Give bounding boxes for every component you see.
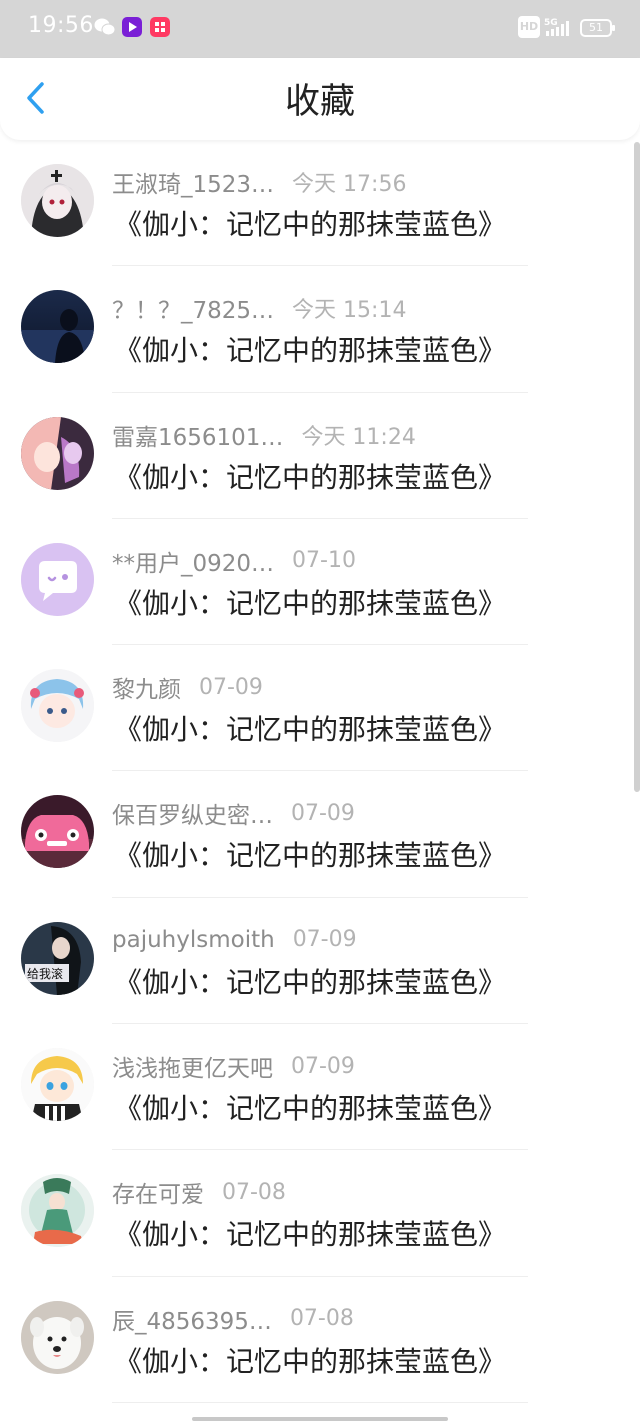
meta-line: 存在可爱 07-08	[112, 1174, 286, 1210]
list-item[interactable]: **用户_0920… 07-10 《伽小：记忆中的那抹莹蓝色》	[0, 519, 640, 646]
avatar[interactable]	[21, 290, 94, 364]
header-bar: 收藏	[0, 58, 640, 140]
battery-icon: 51	[580, 19, 615, 37]
avatar[interactable]	[21, 1048, 94, 1122]
meta-line: 黎九颜 07-09	[112, 669, 263, 705]
list-item[interactable]: 给我滚 pajuhylsmoith 07-09 《伽小：记忆中的那抹莹蓝色》	[0, 898, 640, 1025]
avatar[interactable]	[21, 542, 94, 616]
list-item[interactable]: 黎九颜 07-09 《伽小：记忆中的那抹莹蓝色》	[0, 645, 640, 772]
collection-title[interactable]: 《伽小：记忆中的那抹莹蓝色》	[114, 708, 506, 748]
signal-icon: 5G	[544, 16, 574, 38]
video-app-icon	[122, 17, 142, 37]
username[interactable]: 保百罗纵史密…	[112, 796, 273, 830]
collection-title[interactable]: 《伽小：记忆中的那抹莹蓝色》	[114, 1213, 506, 1253]
favorites-screen: 19:56 HD 5G 51 收藏 王淑琦_1523… 今天 17:56 《伽小…	[0, 0, 640, 1425]
wechat-icon	[94, 17, 116, 37]
list-item[interactable]: 存在可爱 07-08 《伽小：记忆中的那抹莹蓝色》	[0, 1150, 640, 1277]
meta-line: pajuhylsmoith 07-09	[112, 922, 357, 958]
timestamp: 07-09	[292, 927, 357, 953]
timestamp: 07-08	[222, 1179, 286, 1205]
avatar[interactable]	[21, 669, 94, 743]
timestamp: 今天 17:56	[292, 172, 407, 197]
status-time: 19:56	[28, 13, 94, 38]
timestamp: 07-09	[291, 800, 355, 826]
timestamp: 今天 11:24	[301, 424, 416, 450]
avatar[interactable]: 给我滚	[21, 921, 94, 995]
home-indicator[interactable]	[192, 1417, 448, 1421]
favorites-list: 王淑琦_1523… 今天 17:56 《伽小：记忆中的那抹莹蓝色》 ？！？_78…	[0, 140, 640, 1403]
scrollbar[interactable]	[634, 142, 640, 792]
username[interactable]: pajuhylsmoith	[112, 927, 275, 953]
avatar[interactable]	[21, 416, 94, 490]
collection-title[interactable]: 《伽小：记忆中的那抹莹蓝色》	[114, 961, 506, 1001]
list-item[interactable]: 浅浅拖更亿天吧 07-09 《伽小：记忆中的那抹莹蓝色》	[0, 1024, 640, 1151]
collection-title[interactable]: 《伽小：记忆中的那抹莹蓝色》	[114, 582, 506, 622]
list-item[interactable]: 雷嘉1656101… 今天 11:24 《伽小：记忆中的那抹莹蓝色》	[0, 393, 640, 519]
username[interactable]: 浅浅拖更亿天吧	[112, 1049, 273, 1083]
list-item[interactable]: 保百罗纵史密… 07-09 《伽小：记忆中的那抹莹蓝色》	[0, 771, 640, 898]
collection-title[interactable]: 《伽小：记忆中的那抹莹蓝色》	[114, 834, 506, 874]
meta-line: ？！？_7825… 今天 15:14	[112, 290, 406, 326]
username[interactable]: 雷嘉1656101…	[112, 418, 283, 452]
meta-line: 雷嘉1656101… 今天 11:24	[112, 417, 416, 453]
username[interactable]: 存在可爱	[112, 1175, 204, 1209]
collection-title[interactable]: 《伽小：记忆中的那抹莹蓝色》	[114, 329, 506, 369]
meta-line: 保百罗纵史密… 07-09	[112, 795, 355, 831]
hd-badge: HD	[518, 16, 540, 38]
collection-title[interactable]: 《伽小：记忆中的那抹莹蓝色》	[114, 1340, 506, 1380]
list-item[interactable]: 辰_4856395… 07-08 《伽小：记忆中的那抹莹蓝色》	[0, 1277, 640, 1403]
timestamp: 07-09	[199, 674, 263, 700]
avatar[interactable]	[21, 795, 94, 869]
meta-line: 王淑琦_1523… 今天 17:56	[112, 164, 406, 200]
meta-line: 浅浅拖更亿天吧 07-09	[112, 1048, 355, 1084]
timestamp: 今天 15:14	[292, 298, 407, 324]
collection-title[interactable]: 《伽小：记忆中的那抹莹蓝色》	[114, 1087, 506, 1127]
page-title: 收藏	[284, 82, 355, 122]
collection-title[interactable]: 《伽小：记忆中的那抹莹蓝色》	[114, 203, 506, 243]
list-item[interactable]: ？！？_7825… 今天 15:14 《伽小：记忆中的那抹莹蓝色》	[0, 266, 640, 393]
username[interactable]: 王淑琦_1523…	[112, 165, 274, 199]
app-notification-icon	[150, 17, 170, 37]
avatar[interactable]	[21, 1300, 94, 1374]
avatar[interactable]	[21, 1174, 94, 1248]
timestamp: 07-08	[289, 1306, 354, 1332]
username[interactable]: 辰_4856395…	[112, 1302, 272, 1336]
collection-title[interactable]: 《伽小：记忆中的那抹莹蓝色》	[114, 456, 506, 496]
timestamp: 07-10	[292, 548, 356, 574]
username[interactable]: 黎九颜	[112, 670, 181, 704]
status-bar: 19:56 HD 5G 51	[0, 0, 640, 58]
list-item[interactable]: 王淑琦_1523… 今天 17:56 《伽小：记忆中的那抹莹蓝色》	[0, 140, 640, 267]
username[interactable]: ？！？_7825…	[112, 291, 274, 325]
username[interactable]: **用户_0920…	[112, 544, 274, 578]
meta-line: **用户_0920… 07-10	[112, 543, 356, 579]
avatar-caption: 给我滚	[27, 966, 63, 981]
avatar[interactable]	[21, 164, 94, 237]
timestamp: 07-09	[291, 1053, 355, 1079]
divider	[112, 1401, 528, 1403]
svg-text:5G: 5G	[544, 18, 558, 28]
meta-line: 辰_4856395… 07-08	[112, 1301, 354, 1337]
